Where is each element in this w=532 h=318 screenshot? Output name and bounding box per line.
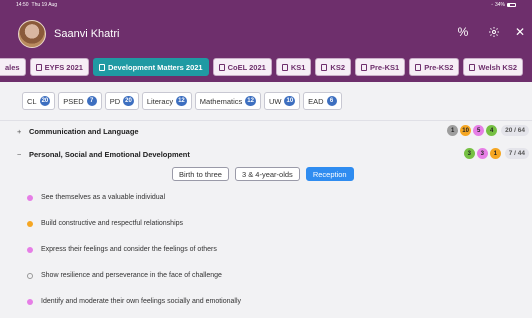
area-count-badge: 12	[176, 96, 187, 106]
area-count-badge: 20	[123, 96, 134, 106]
tab-label: Pre-KS2	[424, 62, 454, 72]
tab-label: Welsh KS2	[478, 62, 517, 72]
status-bullet-icon[interactable]	[27, 194, 33, 201]
curriculum-tabs: ales EYFS 2021 Development Matters 2021 CoE…	[0, 52, 532, 82]
document-icon	[98, 63, 105, 71]
age-band-selector: Birth to three 3 & 4-year-olds Reception	[172, 167, 354, 181]
progress-dot: 10	[460, 125, 472, 136]
status-time: 14:50	[16, 2, 29, 8]
statement-item[interactable]: Build constructive and respectful relati…	[27, 220, 183, 227]
area-count-badge: 12	[245, 96, 256, 106]
tab-item[interactable]: EYFS 2021	[29, 58, 89, 76]
progress-dot: 4	[486, 125, 498, 136]
age-band-button[interactable]: Birth to three	[172, 167, 229, 181]
tab-label: KS2	[330, 62, 345, 72]
avatar[interactable]	[18, 20, 46, 48]
statement-item[interactable]: Express their feelings and consider the …	[27, 246, 217, 253]
tab-item[interactable]: Development Matters 2021	[92, 58, 209, 76]
statement-text: Show resilience and perseverance in the …	[41, 272, 222, 279]
area-chip[interactable]: UW 10	[263, 92, 301, 110]
status-bullet-icon[interactable]	[27, 246, 33, 253]
close-icon[interactable]: ✕	[512, 24, 528, 40]
section-badges: 3317 / 44	[463, 148, 529, 159]
area-count-badge: 20	[39, 96, 51, 106]
area-count-badge: 6	[326, 96, 337, 106]
area-label: Literacy	[146, 96, 174, 106]
progress-dot: 3	[476, 148, 488, 159]
section-score: 20 / 64	[501, 125, 529, 136]
wifi-icon: ◦	[491, 2, 493, 8]
tab-item[interactable]: Pre-KS2	[409, 58, 460, 76]
progress-dot: 1	[489, 148, 501, 159]
area-chip[interactable]: PD 20	[104, 92, 139, 110]
area-count-badge: 7	[86, 96, 97, 106]
area-label: PD	[109, 96, 121, 106]
document-icon	[321, 63, 328, 71]
section-psed[interactable]: − Personal, Social and Emotional Develop…	[17, 150, 190, 159]
status-bullet-icon[interactable]	[27, 272, 33, 279]
age-band-button[interactable]: Reception	[305, 167, 354, 181]
section-score: 7 / 44	[504, 148, 529, 159]
document-icon	[281, 63, 288, 71]
battery-icon	[507, 3, 516, 7]
tab-label: ales	[5, 62, 20, 72]
area-chip[interactable]: CL 20	[22, 92, 56, 110]
area-label: Mathematics	[199, 96, 243, 106]
status-date: Thu 19 Aug	[31, 2, 58, 8]
statement-text: Identify and moderate their own feelings…	[41, 298, 242, 305]
tab-label: CoEL 2021	[227, 62, 266, 72]
area-label: PSED	[63, 96, 84, 106]
tab-label: Pre-KS1	[370, 62, 400, 72]
document-icon	[469, 63, 476, 71]
tab-item[interactable]: Pre-KS1	[355, 58, 406, 76]
expand-icon: +	[17, 127, 22, 136]
area-label: UW	[268, 96, 282, 106]
section-title: Personal, Social and Emotional Developme…	[29, 150, 190, 159]
section-title: Communication and Language	[29, 127, 139, 136]
app-header: Saanvi Khatri % ✕	[0, 10, 532, 52]
tab-label: EYFS 2021	[44, 62, 83, 72]
area-label: CL	[27, 96, 37, 106]
status-bullet-icon[interactable]	[27, 220, 33, 227]
statement-text: Build constructive and respectful relati…	[41, 220, 184, 227]
section-badges: 1 10 5 4 20 / 64	[447, 125, 529, 136]
user-name: Saanvi Khatri	[54, 28, 120, 40]
battery-percent: 34%	[494, 2, 505, 8]
tab-item[interactable]: CoEL 2021	[212, 58, 272, 76]
age-band-button[interactable]: 3 & 4-year-olds	[234, 167, 300, 181]
percent-icon[interactable]: %	[455, 24, 471, 40]
collapse-icon: −	[17, 150, 22, 159]
progress-dot: 3	[463, 148, 475, 159]
status-bar: 14:50 Thu 19 Aug ◦ 34%	[0, 0, 532, 10]
document-icon	[218, 63, 225, 71]
document-icon	[415, 63, 422, 71]
tab-label: KS1	[290, 62, 306, 72]
area-chip[interactable]: Literacy 12	[141, 92, 192, 110]
statement-item[interactable]: Show resilience and perseverance in the …	[27, 272, 222, 279]
tab-label: Development Matters 2021	[107, 62, 203, 72]
tab-item[interactable]: ales	[0, 58, 26, 76]
statement-item[interactable]: Identify and moderate their own feelings…	[27, 298, 241, 305]
area-label: EAD	[308, 96, 324, 106]
status-bullet-icon[interactable]	[27, 298, 33, 305]
progress-dot: 1	[447, 125, 459, 136]
statement-text: Express their feelings and consider the …	[41, 246, 217, 253]
tab-item[interactable]: KS1	[275, 58, 312, 76]
document-icon	[35, 63, 42, 71]
tab-item[interactable]: Welsh KS2	[463, 58, 523, 76]
statement-item[interactable]: See themselves as a valuable individual	[27, 194, 165, 201]
progress-dot: 5	[473, 125, 485, 136]
statement-text: See themselves as a valuable individual	[41, 194, 166, 201]
document-icon	[361, 63, 367, 71]
area-count-badge: 10	[284, 96, 296, 106]
tab-item[interactable]: KS2	[315, 58, 351, 76]
area-chip[interactable]: EAD 6	[303, 92, 342, 110]
area-chip[interactable]: Mathematics 12	[194, 92, 261, 110]
area-filter: CL 20 PSED 7 PD 20 Literacy 12 Mathematics 12 UW 10…	[22, 92, 342, 110]
gear-icon[interactable]	[486, 24, 502, 40]
section-communication[interactable]: + Communication and Language	[17, 127, 139, 136]
area-chip[interactable]: PSED 7	[58, 92, 102, 110]
divider	[0, 120, 532, 121]
